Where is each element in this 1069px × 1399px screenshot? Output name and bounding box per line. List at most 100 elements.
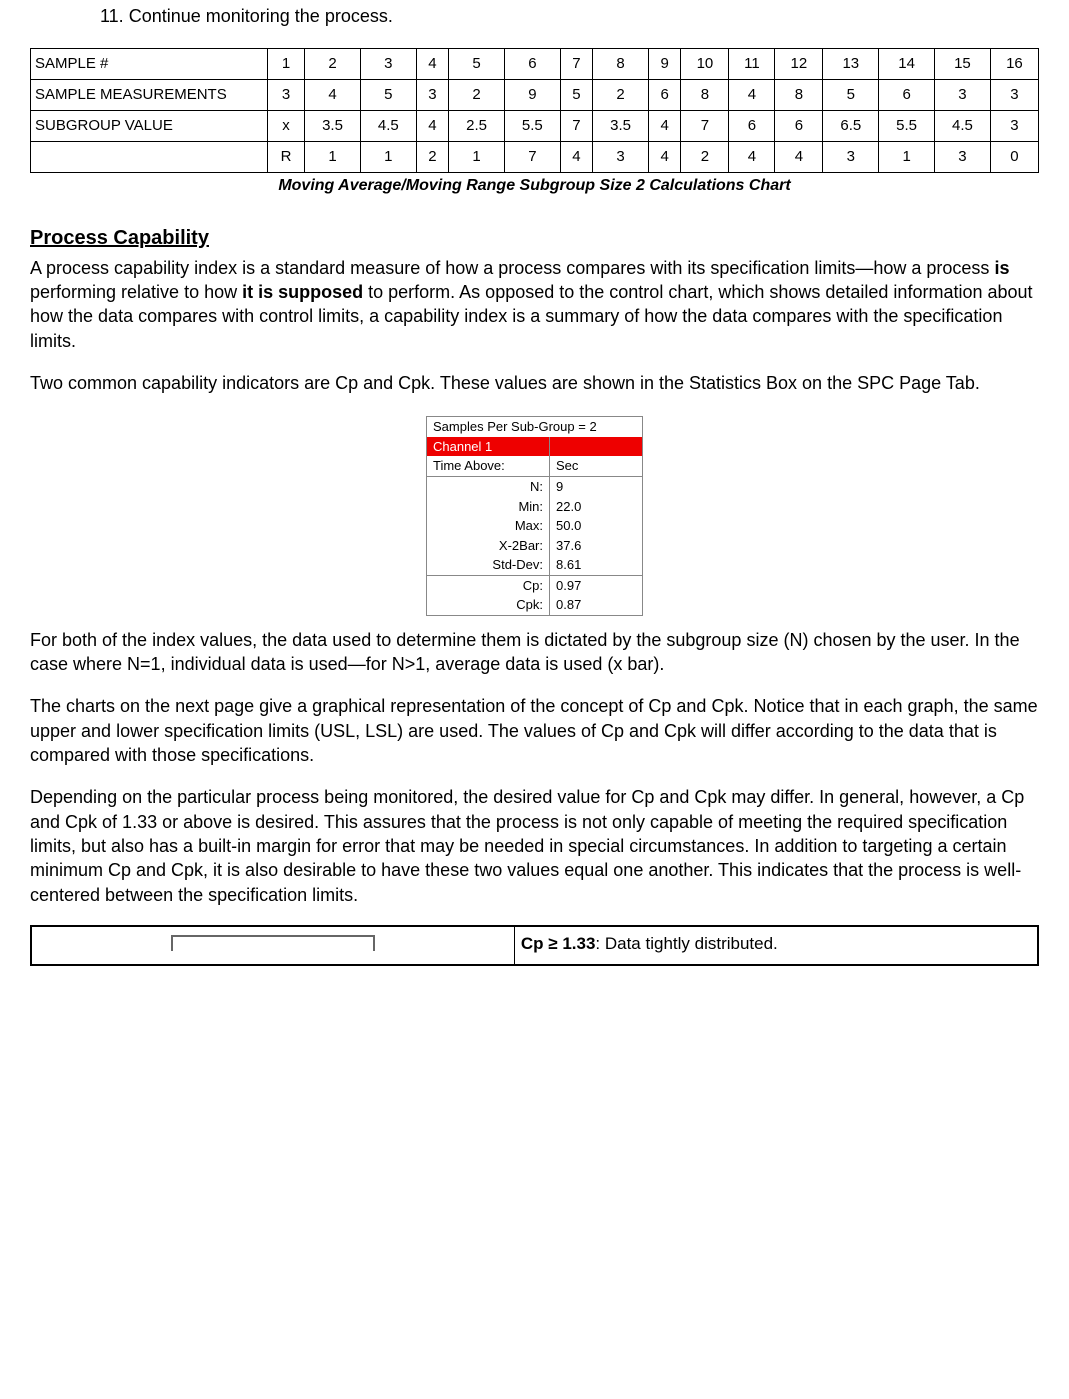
table-cell: 3.5 xyxy=(593,111,649,142)
table-cell: 1 xyxy=(360,142,416,173)
table-cell: 6 xyxy=(504,49,560,80)
table-cell: 6 xyxy=(729,111,775,142)
table-cell: 4.5 xyxy=(935,111,991,142)
table-cell: 13 xyxy=(823,49,879,80)
stats-label: Min: xyxy=(427,497,550,517)
table-cell: 5 xyxy=(823,80,879,111)
table-cell: 3 xyxy=(593,142,649,173)
table-cell: 2 xyxy=(681,142,729,173)
table-cell: 4 xyxy=(416,49,448,80)
table-cell: 6 xyxy=(879,80,935,111)
calculations-table: SAMPLE #12345678910111213141516SAMPLE ME… xyxy=(30,48,1039,173)
list-text: Continue monitoring the process. xyxy=(129,6,393,26)
distribution-icon xyxy=(171,935,375,951)
table-cell: 12 xyxy=(775,49,823,80)
table-cell: 4 xyxy=(560,142,592,173)
stats-value: 0.87 xyxy=(550,595,643,615)
geq-icon: ≥ xyxy=(548,934,557,953)
table-cell: 0 xyxy=(990,142,1038,173)
table-cell: 8 xyxy=(681,80,729,111)
list-number: 11. xyxy=(100,4,124,28)
p1-text: A process capability index is a standard… xyxy=(30,258,994,278)
paragraph-5: Depending on the particular process bein… xyxy=(30,785,1039,906)
table-cell: 4 xyxy=(729,80,775,111)
cpk-text: : Data tightly distributed. xyxy=(595,934,777,953)
table-cell: 11 xyxy=(729,49,775,80)
table-cell: 8 xyxy=(593,49,649,80)
table-cell: 3 xyxy=(990,111,1038,142)
p1-bold-2: it is supposed xyxy=(242,282,363,302)
table-cell: 7 xyxy=(504,142,560,173)
cpk-value: 1.33 xyxy=(558,934,596,953)
table-cell: 6 xyxy=(649,80,681,111)
table-cell: 4 xyxy=(305,80,361,111)
p1-text: performing relative to how xyxy=(30,282,242,302)
table-cell: 6.5 xyxy=(823,111,879,142)
table-cell: 2 xyxy=(593,80,649,111)
table-cell: 2 xyxy=(305,49,361,80)
table-cell: 7 xyxy=(560,111,592,142)
table-cell: 3.5 xyxy=(305,111,361,142)
table-caption: Moving Average/Moving Range Subgroup Siz… xyxy=(30,175,1039,197)
stats-label: Time Above: xyxy=(427,456,550,476)
stats-value: 0.97 xyxy=(550,575,643,595)
table-row-header: SUBGROUP VALUE xyxy=(31,111,268,142)
table-cell: 16 xyxy=(990,49,1038,80)
table-cell: 10 xyxy=(681,49,729,80)
stats-label: N: xyxy=(427,477,550,497)
table-cell: 14 xyxy=(879,49,935,80)
table-cell: 9 xyxy=(649,49,681,80)
table-row-header: SAMPLE # xyxy=(31,49,268,80)
table-cell: R xyxy=(268,142,305,173)
stats-value: 37.6 xyxy=(550,536,643,556)
stats-value: Sec xyxy=(550,456,643,476)
table-cell: 4 xyxy=(729,142,775,173)
table-cell: 5 xyxy=(449,49,505,80)
table-cell: 4 xyxy=(649,111,681,142)
table-cell: 5.5 xyxy=(879,111,935,142)
table-cell: 3 xyxy=(360,49,416,80)
stats-label: Std-Dev: xyxy=(427,555,550,575)
table-cell: 7 xyxy=(560,49,592,80)
stats-value: 8.61 xyxy=(550,555,643,575)
table-cell: 5 xyxy=(560,80,592,111)
stats-value: 9 xyxy=(550,477,643,497)
table-cell: 7 xyxy=(681,111,729,142)
stats-value: 50.0 xyxy=(550,516,643,536)
paragraph-2: Two common capability indicators are Cp … xyxy=(30,371,1039,395)
ordered-list-item: 11. Continue monitoring the process. xyxy=(100,4,1039,28)
table-cell: 15 xyxy=(935,49,991,80)
table-cell: 8 xyxy=(775,80,823,111)
statsbox-title: Samples Per Sub-Group = 2 xyxy=(427,417,642,437)
stats-label: Cpk: xyxy=(427,595,550,615)
section-title: Process Capability xyxy=(30,225,1039,252)
table-cell: 3 xyxy=(416,80,448,111)
table-cell: 3 xyxy=(935,142,991,173)
stats-value: 22.0 xyxy=(550,497,643,517)
stats-label: X-2Bar: xyxy=(427,536,550,556)
table-cell: 5.5 xyxy=(504,111,560,142)
statistics-box: Samples Per Sub-Group = 2 Channel 1 Time… xyxy=(426,416,643,615)
p1-bold-1: is xyxy=(994,258,1009,278)
table-cell: x xyxy=(268,111,305,142)
table-row-header: SAMPLE MEASUREMENTS xyxy=(31,80,268,111)
table-cell: 4 xyxy=(775,142,823,173)
table-cell: 3 xyxy=(990,80,1038,111)
table-cell: 6 xyxy=(775,111,823,142)
table-cell: 3 xyxy=(935,80,991,111)
table-cell: 3 xyxy=(823,142,879,173)
table-cell: 1 xyxy=(879,142,935,173)
table-cell: 3 xyxy=(268,80,305,111)
paragraph-3: For both of the index values, the data u… xyxy=(30,628,1039,677)
table-cell: 2 xyxy=(449,80,505,111)
table-cell: 2.5 xyxy=(449,111,505,142)
statsbox-channel: Channel 1 xyxy=(427,437,550,457)
table-cell: 2 xyxy=(416,142,448,173)
table-cell: 4 xyxy=(649,142,681,173)
stats-label: Cp: xyxy=(427,575,550,595)
table-cell: 9 xyxy=(504,80,560,111)
paragraph-1: A process capability index is a standard… xyxy=(30,256,1039,353)
table-cell: 5 xyxy=(360,80,416,111)
cpk-label: Cp xyxy=(521,934,548,953)
cpk-table: Cp ≥ 1.33: Data tightly distributed. xyxy=(30,925,1039,966)
